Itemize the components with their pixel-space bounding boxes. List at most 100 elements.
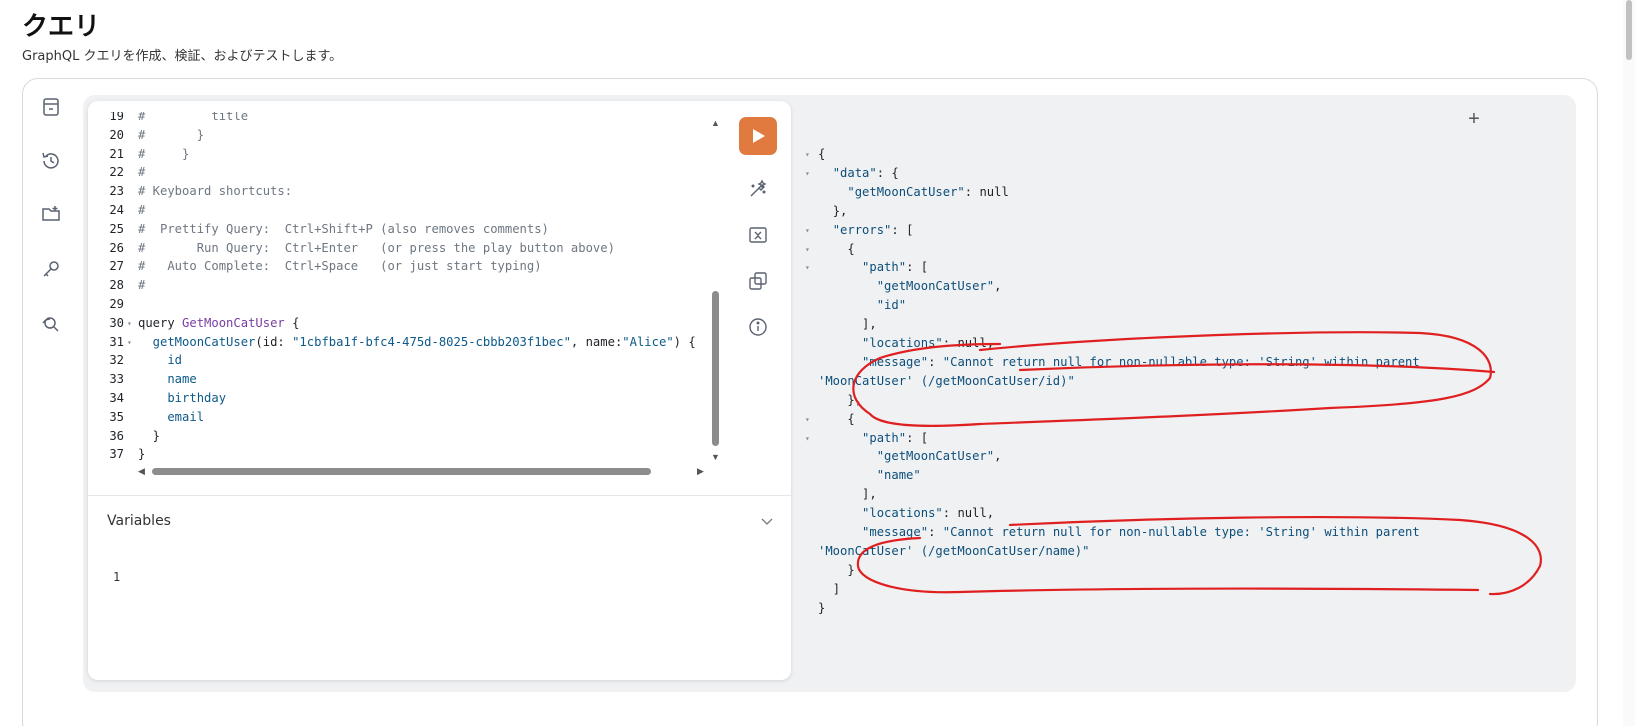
merge-fragments-button[interactable]: [739, 216, 777, 254]
code-line[interactable]: 23 # Keyboard shortcuts:: [88, 182, 708, 201]
result-text: "message": "Cannot return null for non-n…: [862, 354, 1420, 369]
code-line[interactable]: 29: [88, 295, 708, 314]
result-text: "path": [: [862, 430, 929, 445]
code-line[interactable]: 19 # title: [88, 112, 708, 126]
code-text: # }: [138, 127, 205, 142]
line-number: 37: [109, 447, 124, 462]
page-title: クエリ: [22, 12, 101, 42]
code-text: # }: [138, 146, 190, 161]
fold-arrow-icon[interactable]: ▾: [805, 240, 810, 259]
chevron-down-icon[interactable]: [760, 514, 774, 528]
horizontal-scrollbar-thumb[interactable]: [152, 468, 651, 475]
copy-icon: [749, 272, 767, 290]
result-text: "locations": null,: [862, 336, 995, 350]
code-line[interactable]: 27 # Auto Complete: Ctrl+Space (or just s…: [88, 257, 708, 276]
result-viewer: ▾ {▾ "data": { "getMoonCatUser": null }, ▾…: [805, 145, 1485, 625]
code-line[interactable]: 33 name: [88, 370, 708, 389]
line-number: 34: [109, 391, 124, 405]
line-number: 30: [109, 315, 124, 330]
code-line[interactable]: 35 email: [88, 408, 708, 427]
result-text: ],: [862, 487, 877, 502]
code-line[interactable]: 26 # Run Query: Ctrl+Enter (or press the …: [88, 239, 708, 258]
page-scrollbar[interactable]: [1623, 0, 1635, 726]
code-text: }: [138, 447, 146, 462]
code-text: # Run Query: Ctrl+Enter (or press the pl…: [138, 240, 615, 255]
folder-add-icon[interactable]: [40, 203, 62, 225]
line-number: 25: [109, 221, 124, 236]
code-line[interactable]: 32 id: [88, 351, 708, 370]
code-text: query GetMoonCatUser {: [138, 315, 300, 330]
line-number: 24: [109, 203, 124, 217]
variables-tab[interactable]: Variables: [107, 513, 171, 529]
code-line[interactable]: 28 #: [88, 276, 708, 295]
result-text: }: [818, 600, 826, 615]
page-scrollbar-thumb[interactable]: [1626, 0, 1632, 60]
code-line[interactable]: 20 # }: [88, 126, 708, 145]
code-line[interactable]: 24 #: [88, 201, 708, 220]
result-text: "errors": [: [832, 222, 914, 237]
docs-icon[interactable]: [40, 96, 62, 118]
scroll-right-arrow-icon[interactable]: ▶: [697, 466, 704, 477]
run-query-button[interactable]: [739, 117, 777, 155]
result-text: "getMoonCatUser",: [876, 449, 1002, 464]
code-line[interactable]: 25 # Prettify Query: Ctrl+Shift+P (also r…: [88, 220, 708, 239]
page-subtitle: GraphQL クエリを作成、検証、およびテストします。: [22, 49, 343, 64]
variables-line-number[interactable]: 1: [113, 570, 120, 584]
code-line[interactable]: 37}: [88, 445, 708, 464]
code-text: id: [138, 353, 183, 368]
key-icon[interactable]: [40, 258, 62, 280]
line-number: 20: [109, 127, 124, 142]
code-line[interactable]: 34 birthday: [88, 389, 708, 408]
fold-arrow-icon[interactable]: ▾: [127, 333, 132, 352]
code-text: #: [138, 278, 146, 293]
code-text: getMoonCatUser(id: "1cbfba1f-bfc4-475d-8…: [138, 334, 696, 349]
result-text: ],: [862, 317, 877, 332]
line-number: 29: [109, 297, 124, 311]
code-text: birthday: [138, 391, 227, 405]
result-text: "locations": null,: [862, 506, 995, 521]
info-button[interactable]: [739, 308, 777, 346]
result-text: "name": [876, 468, 921, 483]
explorer-icon[interactable]: [40, 313, 62, 335]
line-number: 36: [109, 428, 124, 443]
fold-arrow-icon[interactable]: ▾: [805, 221, 810, 240]
fold-arrow-icon[interactable]: ▾: [805, 429, 810, 448]
code-line[interactable]: 31 ▾ getMoonCatUser(id: "1cbfba1f-bfc4-47…: [88, 333, 708, 352]
prettify-button[interactable]: [739, 170, 777, 208]
result-text: "getMoonCatUser",: [876, 279, 1002, 294]
fold-arrow-icon[interactable]: ▾: [805, 164, 810, 183]
history-icon[interactable]: [40, 150, 62, 172]
copy-query-button[interactable]: [739, 262, 777, 300]
fold-arrow-icon[interactable]: ▾: [805, 410, 810, 429]
result-text: {: [847, 241, 855, 256]
code-line[interactable]: 22 #: [88, 163, 708, 182]
vertical-scrollbar-thumb[interactable]: [712, 291, 719, 446]
result-text: 'MoonCatUser' (/getMoonCatUser/id)": [818, 373, 1075, 388]
result-text: ]: [832, 581, 841, 596]
scroll-up-arrow-icon[interactable]: ▲: [711, 118, 720, 128]
code-line[interactable]: 21 # }: [88, 145, 708, 164]
code-text: email: [138, 409, 205, 424]
result-text: "data": {: [832, 165, 899, 180]
line-number: 32: [109, 353, 124, 368]
code-line[interactable]: 30 ▾ query GetMoonCatUser {: [88, 314, 708, 333]
result-text: {: [818, 147, 826, 161]
add-tab-button[interactable]: +: [1464, 109, 1484, 129]
code-text: #: [138, 165, 146, 180]
result-text: },: [832, 203, 848, 218]
code-line[interactable]: 36 }: [88, 427, 708, 446]
result-text: }: [847, 562, 855, 577]
code-text: # title: [138, 112, 249, 123]
code-text: # Prettify Query: Ctrl+Shift+P (also rem…: [138, 221, 549, 236]
scroll-left-arrow-icon[interactable]: ◀: [138, 466, 145, 477]
line-number: 23: [109, 184, 124, 199]
editor-divider: [88, 495, 791, 496]
fold-arrow-icon[interactable]: ▾: [127, 314, 132, 333]
fold-arrow-icon[interactable]: ▾: [805, 258, 810, 277]
code-text: # Keyboard shortcuts:: [138, 184, 293, 199]
merge-icon: [749, 227, 767, 243]
fold-arrow-icon[interactable]: ▾: [805, 145, 810, 164]
query-editor[interactable]: 19 # title 20 # } 21 # } 22 #23 # Keyboard short…: [88, 112, 708, 468]
scroll-down-arrow-icon[interactable]: ▼: [711, 452, 720, 462]
line-number: 22: [109, 165, 124, 180]
